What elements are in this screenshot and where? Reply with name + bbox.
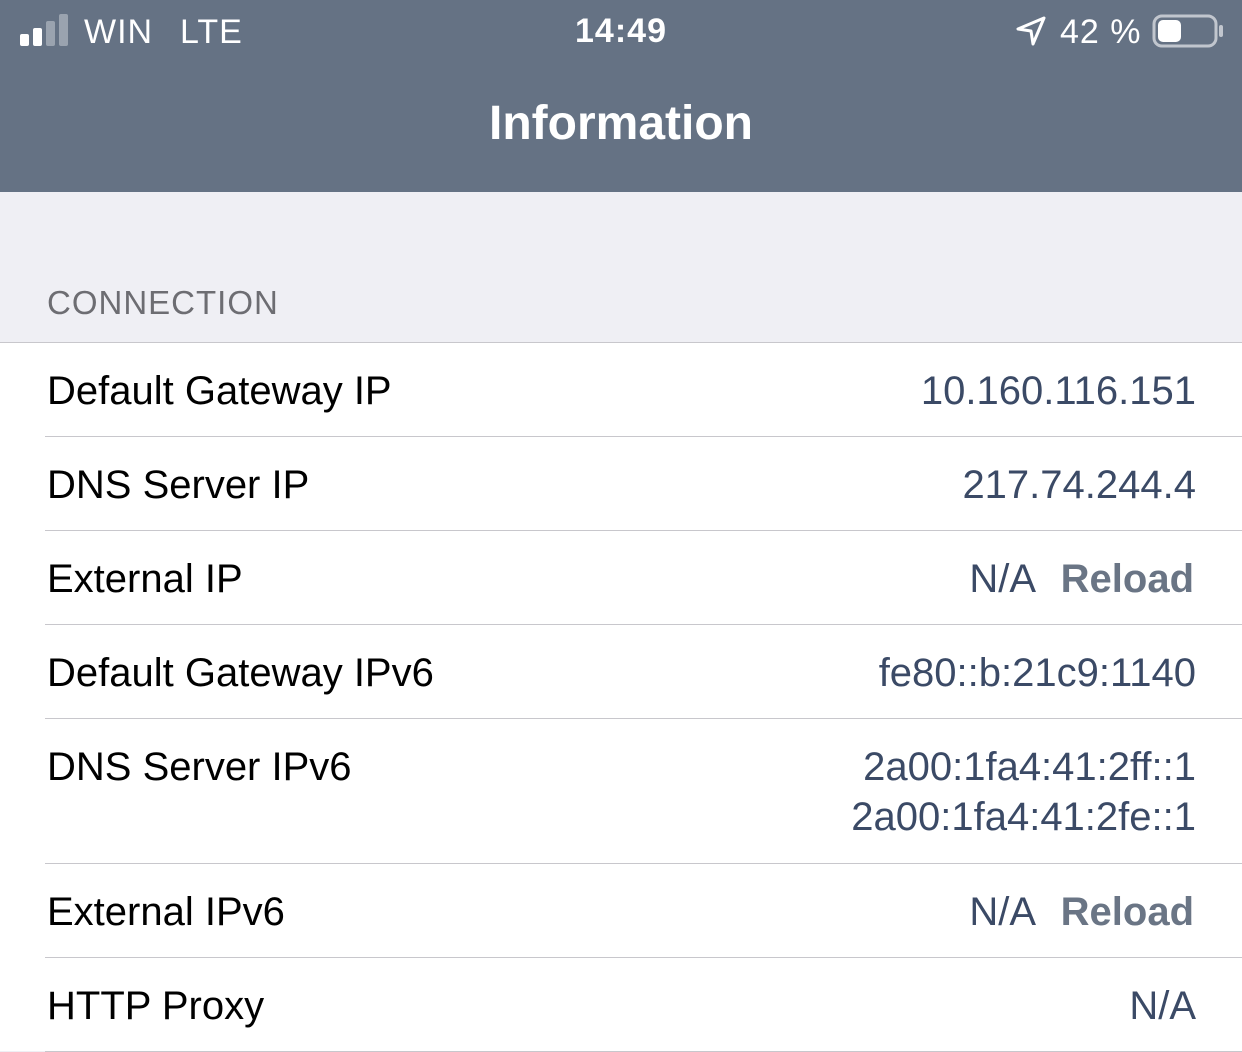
row-value: 2a00:1fa4:41:2ff::1 2a00:1fa4:41:2fe::1 <box>851 743 1196 841</box>
reload-external-ip-button[interactable]: Reload <box>1061 555 1194 603</box>
navigation-header: WIN LTE 14:49 42 % Information <box>0 0 1242 192</box>
row-default-gateway-ip: Default Gateway IP 10.160.116.151 <box>0 343 1242 437</box>
page-title: Information <box>489 97 753 150</box>
row-label: External IP <box>47 557 243 601</box>
row-label: Default Gateway IPv6 <box>47 651 434 695</box>
row-value: 217.74.244.4 <box>962 463 1196 507</box>
row-label: External IPv6 <box>47 890 285 934</box>
row-label: HTTP Proxy <box>47 984 265 1028</box>
row-external-ip: External IP N/A Reload <box>0 531 1242 625</box>
battery-icon <box>1152 14 1223 48</box>
row-value: N/A <box>969 890 1036 934</box>
row-external-ipv6: External IPv6 N/A Reload <box>0 864 1242 958</box>
row-label: Default Gateway IP <box>47 369 392 413</box>
row-label: DNS Server IP <box>47 463 310 507</box>
row-value: N/A <box>1129 984 1196 1028</box>
battery-percentage: 42 % <box>1060 13 1142 51</box>
row-value-line: 2a00:1fa4:41:2fe::1 <box>851 795 1196 839</box>
row-value: 10.160.116.151 <box>920 369 1196 413</box>
row-value: fe80::b:21c9:1140 <box>878 651 1196 695</box>
clock: 14:49 <box>575 12 667 50</box>
row-default-gateway-ipv6: Default Gateway IPv6 fe80::b:21c9:1140 <box>0 625 1242 719</box>
row-label: DNS Server IPv6 <box>47 745 352 789</box>
status-bar: WIN LTE 14:49 42 % <box>0 0 1242 64</box>
location-arrow-icon <box>1016 16 1046 46</box>
row-value-line: 2a00:1fa4:41:2ff::1 <box>863 745 1196 789</box>
row-dns-server-ipv6: DNS Server IPv6 2a00:1fa4:41:2ff::1 2a00… <box>0 719 1242 864</box>
reload-external-ipv6-button[interactable]: Reload <box>1061 888 1194 936</box>
row-http-proxy: HTTP Proxy N/A <box>0 958 1242 1052</box>
row-dns-server-ip: DNS Server IP 217.74.244.4 <box>0 437 1242 531</box>
section-header-connection: CONNECTION <box>47 284 279 321</box>
row-value: N/A <box>969 557 1036 601</box>
connection-table: Default Gateway IP 10.160.116.151 DNS Se… <box>0 342 1242 1052</box>
